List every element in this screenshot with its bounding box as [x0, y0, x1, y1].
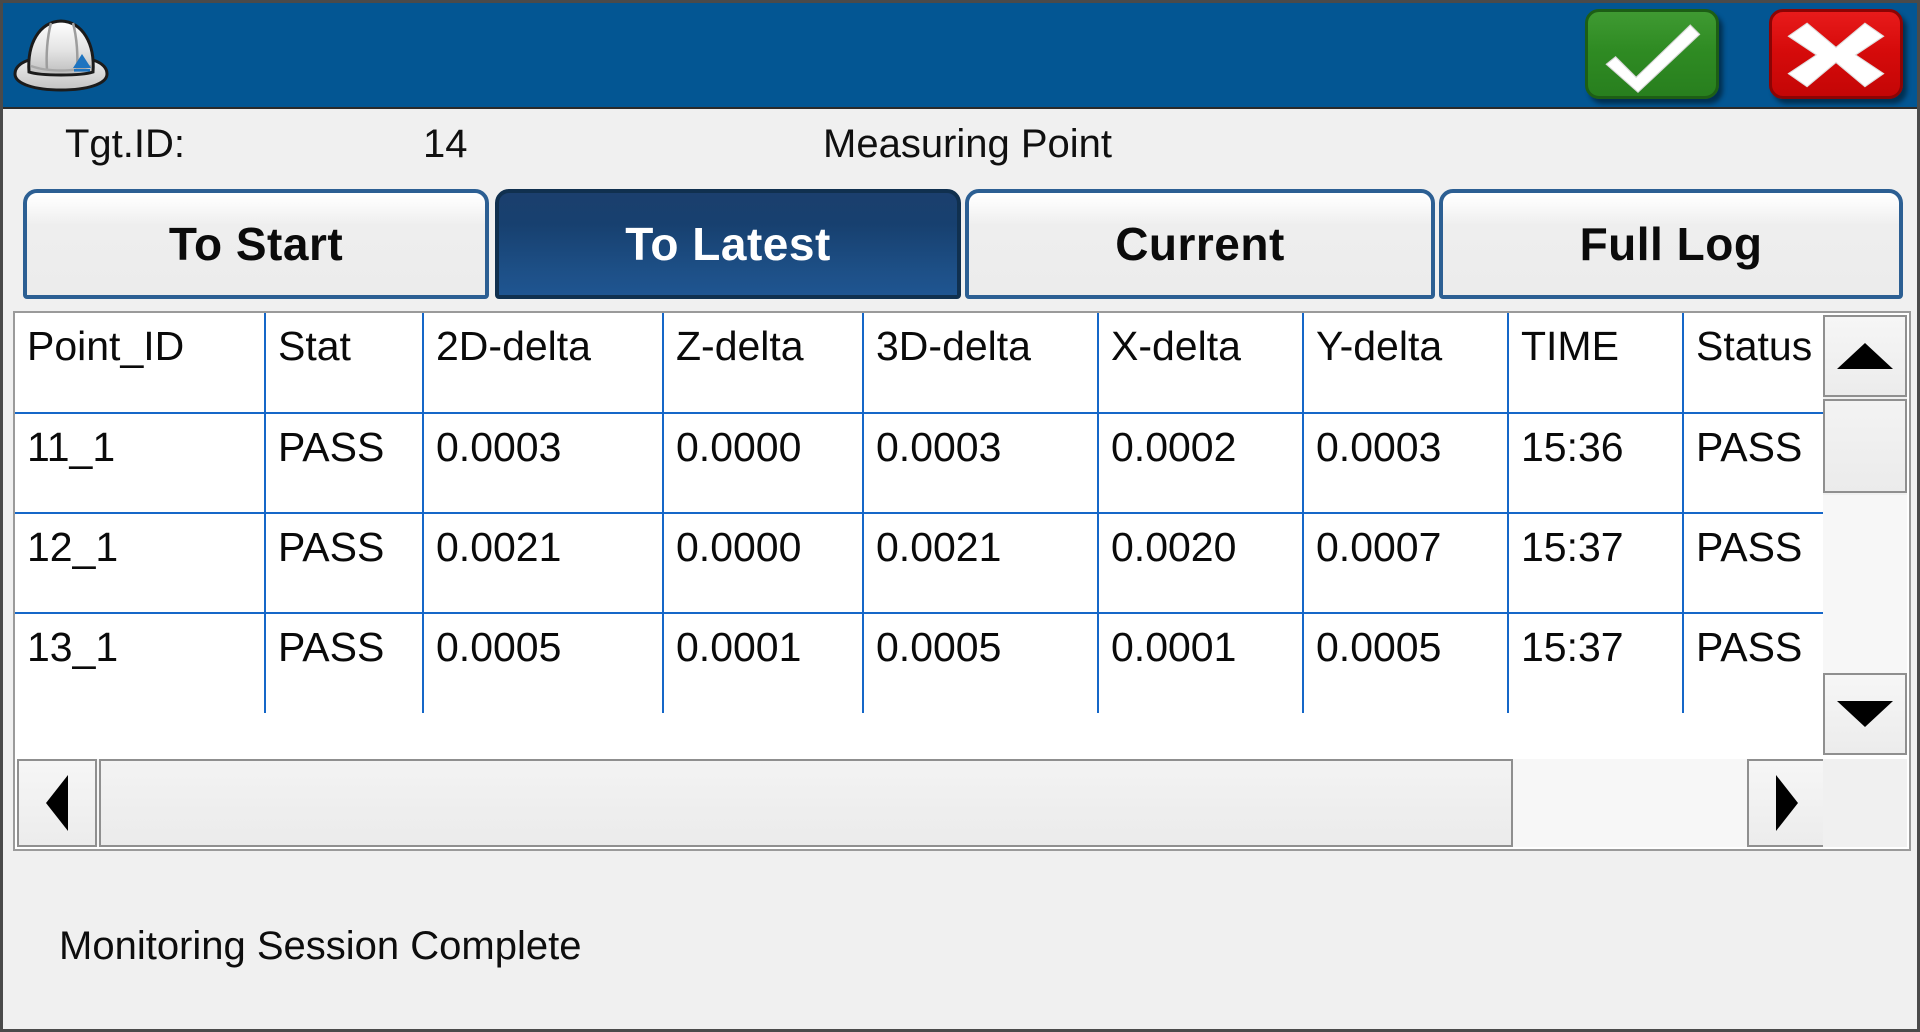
- column-header-3d-delta[interactable]: 3D-delta: [863, 313, 1099, 414]
- cell-status: PASS: [1683, 513, 1823, 614]
- cell-x-delta: 0.0001: [1098, 613, 1304, 713]
- horizontal-scrollbar-thumb[interactable]: [99, 759, 1513, 847]
- cell-time: 15:37: [1508, 613, 1684, 713]
- scroll-left-button[interactable]: [17, 759, 97, 847]
- scroll-down-button[interactable]: [1823, 673, 1907, 755]
- measurement-table: Point_ID Stat 2D-delta Z-delta 3D-delta …: [15, 313, 1823, 713]
- column-header-z-delta[interactable]: Z-delta: [663, 313, 864, 414]
- cell-3d-delta: 0.0005: [863, 613, 1099, 713]
- cell-status: PASS: [1683, 413, 1823, 514]
- cell-z-delta: 0.0000: [663, 513, 864, 614]
- cell-stat: PASS: [265, 513, 424, 614]
- table-row[interactable]: 12_1 PASS 0.0021 0.0000 0.0021 0.0020 0.…: [15, 513, 1823, 614]
- status-message: Monitoring Session Complete: [59, 924, 582, 968]
- cell-time: 15:37: [1508, 513, 1684, 614]
- cell-2d-delta: 0.0005: [423, 613, 664, 713]
- cell-point-id: 13_1: [15, 613, 266, 713]
- cell-z-delta: 0.0001: [663, 613, 864, 713]
- target-id-label: Tgt.ID:: [65, 122, 186, 166]
- cell-point-id: 12_1: [15, 513, 266, 614]
- triangle-down-icon: [1837, 701, 1893, 727]
- page-title: Measuring Point: [823, 122, 1113, 166]
- table-row[interactable]: 11_1 PASS 0.0003 0.0000 0.0003 0.0002 0.…: [15, 413, 1823, 514]
- column-header-x-delta[interactable]: X-delta: [1098, 313, 1304, 414]
- scrollbar-corner: [1823, 759, 1907, 847]
- horizontal-scrollbar[interactable]: [17, 759, 1827, 847]
- tab-bar: To Start To Latest Current Full Log: [3, 189, 1917, 307]
- column-header-y-delta[interactable]: Y-delta: [1303, 313, 1509, 414]
- cancel-button[interactable]: [1769, 9, 1903, 99]
- cell-3d-delta: 0.0003: [863, 413, 1099, 514]
- vertical-scrollbar-track[interactable]: [1823, 495, 1907, 673]
- cell-x-delta: 0.0020: [1098, 513, 1304, 614]
- cell-y-delta: 0.0005: [1303, 613, 1509, 713]
- vertical-scrollbar-thumb[interactable]: [1823, 399, 1907, 493]
- column-header-2d-delta[interactable]: 2D-delta: [423, 313, 664, 414]
- target-id-value: 14: [423, 122, 468, 166]
- status-bar: Monitoring Session Complete: [3, 858, 1917, 1028]
- measurement-table-panel: Point_ID Stat 2D-delta Z-delta 3D-delta …: [13, 311, 1911, 851]
- cell-3d-delta: 0.0021: [863, 513, 1099, 614]
- tab-to-start[interactable]: To Start: [23, 189, 489, 299]
- vertical-scrollbar[interactable]: [1823, 315, 1907, 755]
- hard-hat-logo: [9, 6, 113, 106]
- table-row[interactable]: 13_1 PASS 0.0005 0.0001 0.0005 0.0001 0.…: [15, 613, 1823, 713]
- cell-y-delta: 0.0003: [1303, 413, 1509, 514]
- accept-button[interactable]: [1585, 9, 1719, 99]
- title-bar: [3, 3, 1917, 109]
- column-header-time[interactable]: TIME: [1508, 313, 1684, 414]
- column-header-stat[interactable]: Stat: [265, 313, 424, 414]
- column-header-status[interactable]: Status: [1683, 313, 1823, 414]
- info-row: Tgt.ID: 14 Measuring Point: [3, 109, 1917, 179]
- cell-x-delta: 0.0002: [1098, 413, 1304, 514]
- cell-stat: PASS: [265, 613, 424, 713]
- cell-stat: PASS: [265, 413, 424, 514]
- cell-y-delta: 0.0007: [1303, 513, 1509, 614]
- cell-2d-delta: 0.0003: [423, 413, 664, 514]
- scroll-right-button[interactable]: [1747, 759, 1827, 847]
- measurement-table-viewport: Point_ID Stat 2D-delta Z-delta 3D-delta …: [15, 313, 1823, 757]
- cell-time: 15:36: [1508, 413, 1684, 514]
- triangle-right-icon: [1776, 775, 1798, 831]
- application-window: Tgt.ID: 14 Measuring Point To Start To L…: [0, 0, 1920, 1032]
- tab-full-log[interactable]: Full Log: [1439, 189, 1903, 299]
- triangle-up-icon: [1837, 343, 1893, 369]
- cell-z-delta: 0.0000: [663, 413, 864, 514]
- cell-status: PASS: [1696, 624, 1803, 670]
- table-header-row: Point_ID Stat 2D-delta Z-delta 3D-delta …: [15, 313, 1823, 414]
- cell-2d-delta: 0.0021: [423, 513, 664, 614]
- scroll-up-button[interactable]: [1823, 315, 1907, 397]
- triangle-left-icon: [46, 775, 68, 831]
- tab-current[interactable]: Current: [965, 189, 1435, 299]
- tab-to-latest[interactable]: To Latest: [495, 189, 961, 299]
- column-header-point-id[interactable]: Point_ID: [15, 313, 266, 414]
- cell-point-id: 11_1: [15, 413, 266, 514]
